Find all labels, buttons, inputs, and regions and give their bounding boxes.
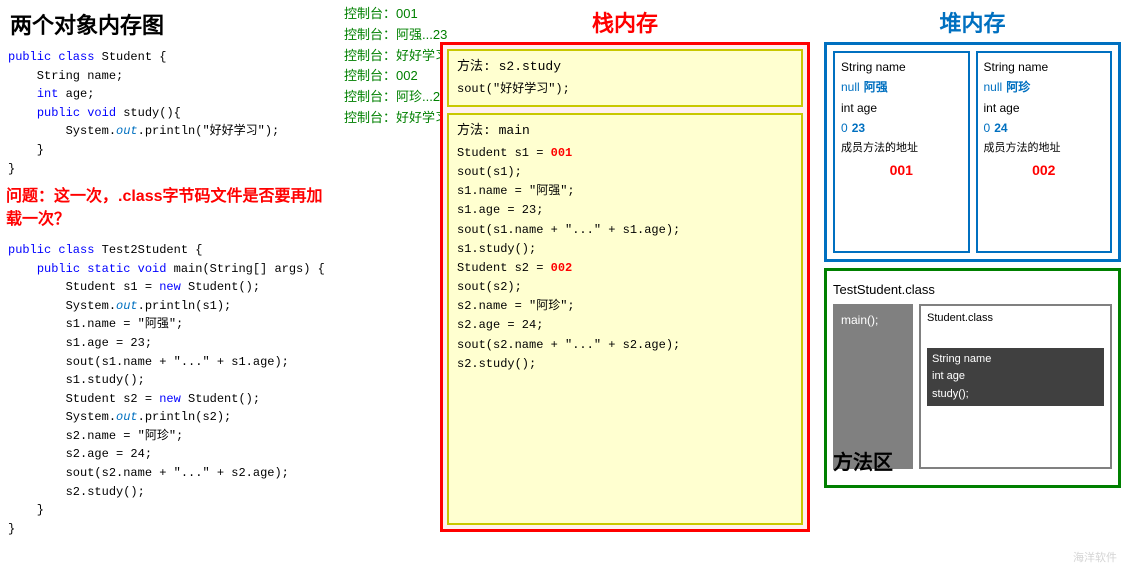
heap-title: 堆内存	[820, 0, 1125, 42]
heap-obj-1: String name null阿强 int age 023 成员方法的地址 0…	[833, 51, 970, 253]
method-area-box: TestStudent.class main(); Student.class …	[824, 268, 1121, 488]
main-method-label: main();	[841, 310, 905, 332]
heap-obj2-age-val: 024	[984, 118, 1105, 138]
method-main-s1-age: s1.age = 23;	[457, 201, 793, 220]
class1-code: public class Student { String name; int …	[0, 44, 340, 182]
method-main-sout-s2-name: sout(s2.name + "..." + s2.age);	[457, 336, 793, 355]
heap-obj1-age-val: 023	[841, 118, 962, 138]
method-main-title: 方法: main	[457, 121, 793, 142]
method-area-inner: main(); Student.class String name int ag…	[833, 304, 1112, 469]
student-study-label: study();	[932, 386, 1099, 404]
method-main-sout-s1-name: sout(s1.name + "..." + s1.age);	[457, 221, 793, 240]
right-panel: 堆内存 String name null阿强 int age 023 成员方法的…	[820, 0, 1125, 571]
method-frame-main: 方法: main Student s1 = 001 sout(s1); s1.n…	[447, 113, 803, 525]
question-text: 问题：这一次，.class字节码文件是否要再加载一次？	[0, 182, 340, 235]
heap-obj2-addr: 002	[984, 159, 1105, 183]
method-s2-study-line: sout("好好学习");	[457, 80, 793, 99]
student-class-inner: String name int age study();	[927, 348, 1104, 407]
heap-obj1-name-val: null阿强	[841, 77, 962, 97]
left-panel: 两个对象内存图 public class Student { String na…	[0, 0, 340, 571]
method-area-bottom-title: 方法区	[833, 446, 893, 475]
heap-obj1-method-label: 成员方法的地址	[841, 139, 962, 158]
method-main-s1-name: s1.name = "阿强";	[457, 182, 793, 201]
heap-obj1-addr: 001	[841, 159, 962, 183]
section-title: 两个对象内存图	[0, 0, 340, 44]
method-main-sout-s1: sout(s1);	[457, 163, 793, 182]
method-main-line-s1: Student s1 = 001	[457, 144, 793, 163]
heap-obj1-age-label: int age	[841, 98, 962, 118]
heap-obj2-name-val: null阿珍	[984, 77, 1105, 97]
heap-outer-box: String name null阿强 int age 023 成员方法的地址 0…	[824, 42, 1121, 262]
method-area-title: TestStudent.class	[833, 277, 1112, 300]
method-s2-study-title: 方法: s2.study	[457, 57, 793, 78]
method-main-sout-s2: sout(s2);	[457, 278, 793, 297]
heap-obj2-age-label: int age	[984, 98, 1105, 118]
method-main-s1-study: s1.study();	[457, 240, 793, 259]
stack-title: 栈内存	[430, 0, 820, 42]
heap-obj2-name-label: String name	[984, 57, 1105, 77]
heap-obj2-method-label: 成员方法的地址	[984, 139, 1105, 158]
student-age-label: int age	[932, 368, 1099, 386]
heap-obj1-name-label: String name	[841, 57, 962, 77]
method-main-s2-name: s2.name = "阿珍";	[457, 297, 793, 316]
method-main-s2-age: s2.age = 24;	[457, 316, 793, 335]
student-class-box: Student.class String name int age study(…	[919, 304, 1112, 469]
stack-outer-box: 方法: s2.study sout("好好学习"); 方法: main Stud…	[440, 42, 810, 532]
class2-code: public class Test2Student { public stati…	[0, 237, 340, 543]
method-box-main: main();	[833, 304, 913, 469]
test-class-label: TestStudent.class	[833, 282, 935, 297]
method-main-line-s2: Student s2 = 002	[457, 259, 793, 278]
stack-panel: 栈内存 方法: s2.study sout("好好学习"); 方法: main …	[430, 0, 820, 571]
method-main-s2-study: s2.study();	[457, 355, 793, 374]
heap-obj-2: String name null阿珍 int age 024 成员方法的地址 0…	[976, 51, 1113, 253]
student-class-label: Student.class	[927, 310, 1104, 328]
watermark: 海洋软件	[1073, 549, 1117, 565]
method-frame-s2-study: 方法: s2.study sout("好好学习");	[447, 49, 803, 107]
student-name-label: String name	[932, 351, 1099, 369]
